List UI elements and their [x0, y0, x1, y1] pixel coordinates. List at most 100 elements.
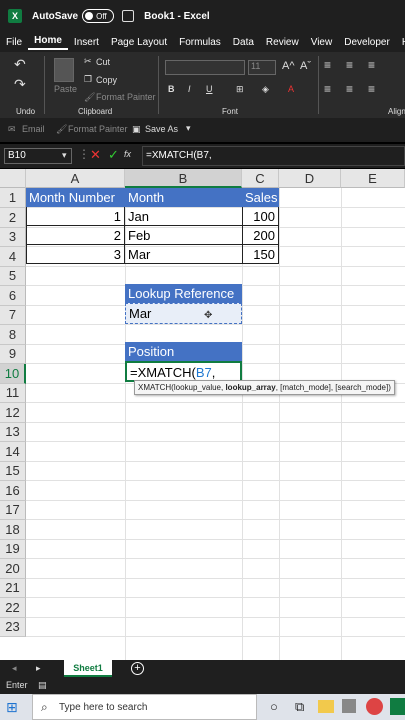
row-header-5[interactable]: 5 — [0, 266, 26, 286]
align-center-icon[interactable]: ≡ — [346, 82, 353, 96]
cancel-icon[interactable]: ✕ — [90, 147, 101, 163]
tab-page-layout[interactable]: Page Layout — [105, 37, 173, 48]
column-header-d[interactable]: D — [279, 169, 341, 188]
task-view-icon[interactable]: ⧉ — [295, 699, 304, 715]
row-header-20[interactable]: 20 — [0, 559, 26, 579]
row-header-2[interactable]: 2 — [0, 208, 26, 228]
italic-button[interactable]: I — [188, 84, 191, 94]
redo-icon[interactable]: ↷ — [14, 76, 26, 93]
align-bottom-icon[interactable]: ≡ — [368, 58, 375, 72]
insert-function-button[interactable]: fx — [124, 149, 131, 159]
tab-review[interactable]: Review — [260, 37, 305, 48]
excel-taskbar-icon[interactable] — [390, 698, 405, 715]
email-button[interactable]: Email — [22, 124, 45, 134]
save-as-button[interactable]: Save As — [145, 124, 178, 134]
cell-b4[interactable]: Mar — [125, 245, 242, 264]
row-header-9[interactable]: 9 — [0, 344, 26, 364]
row-header-7[interactable]: 7 — [0, 305, 26, 325]
cut-icon[interactable]: ✂ — [84, 56, 92, 67]
chrome-icon[interactable] — [366, 698, 383, 715]
paste-label[interactable]: Paste — [54, 84, 77, 94]
row-header-6[interactable]: 6 — [0, 286, 26, 306]
row-header-23[interactable]: 23 — [0, 617, 26, 637]
row-header-1[interactable]: 1 — [0, 188, 26, 208]
format-painter-button[interactable]: Format Painter — [96, 92, 156, 102]
scroll-left-icon[interactable]: ◂ — [12, 663, 17, 674]
cell-b3[interactable]: Feb — [125, 226, 242, 245]
cell-c4[interactable]: 150 — [242, 245, 279, 264]
copy-button[interactable]: Copy — [96, 75, 117, 85]
row-header-8[interactable]: 8 — [0, 325, 26, 345]
autosave-toggle[interactable]: Off — [82, 9, 115, 23]
shrink-font-icon[interactable]: Aˇ — [300, 60, 311, 72]
cell-b2[interactable]: Jan — [125, 207, 242, 226]
grow-font-icon[interactable]: A^ — [282, 60, 295, 72]
enter-icon[interactable]: ✓ — [108, 147, 119, 163]
sheet-tab-sheet1[interactable]: Sheet1 — [64, 660, 112, 677]
fill-color-icon[interactable]: ◈ — [262, 84, 269, 95]
tab-formulas[interactable]: Formulas — [173, 37, 227, 48]
paste-icon[interactable] — [54, 58, 74, 82]
row-header-17[interactable]: 17 — [0, 500, 26, 520]
row-header-13[interactable]: 13 — [0, 422, 26, 442]
tab-view[interactable]: View — [305, 37, 339, 48]
cut-button[interactable]: Cut — [96, 57, 110, 67]
bold-button[interactable]: B — [168, 84, 175, 94]
row-header-15[interactable]: 15 — [0, 461, 26, 481]
column-header-a[interactable]: A — [26, 169, 125, 188]
worksheet-grid[interactable]: 23 22 21 20 19 18 17 16 15 14 13 12 11 10 9 8 7 6 5 4 3 2 1 A … — [0, 169, 405, 660]
cell-c1[interactable]: Sales — [242, 188, 279, 207]
accessibility-icon[interactable]: ▤ — [38, 680, 47, 691]
row-header-21[interactable]: 21 — [0, 578, 26, 598]
name-box-dropdown-icon[interactable]: ▾ — [62, 150, 67, 161]
row-header-16[interactable]: 16 — [0, 481, 26, 501]
cell-b6[interactable]: Lookup Reference — [125, 284, 242, 303]
font-name-select[interactable] — [165, 60, 245, 75]
format-painter-icon[interactable]: 🖌 — [84, 92, 95, 103]
store-icon[interactable] — [342, 699, 356, 713]
row-header-4[interactable]: 4 — [0, 247, 26, 267]
tab-home[interactable]: Home — [28, 35, 68, 50]
row-header-10[interactable]: 10 — [0, 364, 26, 384]
tab-insert[interactable]: Insert — [68, 37, 105, 48]
row-header-12[interactable]: 12 — [0, 403, 26, 423]
align-right-icon[interactable]: ≡ — [368, 82, 375, 96]
align-middle-icon[interactable]: ≡ — [346, 58, 353, 72]
select-all-corner[interactable] — [0, 169, 26, 188]
cell-a3[interactable]: 2 — [26, 226, 125, 245]
row-header-22[interactable]: 22 — [0, 598, 26, 618]
cell-b9[interactable]: Position — [125, 342, 242, 361]
font-size-select[interactable]: 11 — [248, 60, 276, 75]
column-header-b[interactable]: B — [125, 169, 242, 188]
align-left-icon[interactable]: ≡ — [324, 82, 331, 96]
underline-button[interactable]: U — [206, 84, 213, 94]
windows-start-icon[interactable]: ⊞ — [6, 699, 18, 716]
borders-icon[interactable]: ⊞ — [236, 84, 244, 95]
row-header-19[interactable]: 19 — [0, 539, 26, 559]
row-header-14[interactable]: 14 — [0, 442, 26, 462]
cortana-icon[interactable]: ○ — [270, 699, 278, 714]
tab-file[interactable]: File — [0, 37, 28, 48]
align-top-icon[interactable]: ≡ — [324, 58, 331, 72]
save-as-icon[interactable]: ▣ — [132, 124, 141, 135]
undo-icon[interactable]: ↶ — [14, 56, 26, 73]
row-header-3[interactable]: 3 — [0, 227, 26, 247]
cell-c3[interactable]: 200 — [242, 226, 279, 245]
cell-a1[interactable]: Month Number — [26, 188, 125, 207]
tab-help[interactable]: Help — [396, 37, 405, 48]
customize-qat-icon[interactable]: ▾ — [186, 123, 191, 134]
cell-c2[interactable]: 100 — [242, 207, 279, 226]
file-explorer-icon[interactable] — [318, 700, 334, 713]
cell-b10-editing[interactable]: =XMATCH(B7, — [125, 361, 242, 382]
taskbar-search-box[interactable]: ⌕ Type here to search — [32, 694, 257, 720]
tab-data[interactable]: Data — [227, 37, 260, 48]
cell-b7[interactable]: Mar — [125, 303, 242, 324]
copy-icon[interactable]: ❐ — [84, 74, 92, 85]
cell-b1[interactable]: Month — [125, 188, 242, 207]
column-header-e[interactable]: E — [341, 169, 405, 188]
format-painter-qat-button[interactable]: Format Painter — [68, 124, 128, 134]
cell-a4[interactable]: 3 — [26, 245, 125, 264]
row-header-18[interactable]: 18 — [0, 520, 26, 540]
row-header-11[interactable]: 11 — [0, 383, 26, 403]
font-color-icon[interactable]: A — [288, 84, 294, 94]
